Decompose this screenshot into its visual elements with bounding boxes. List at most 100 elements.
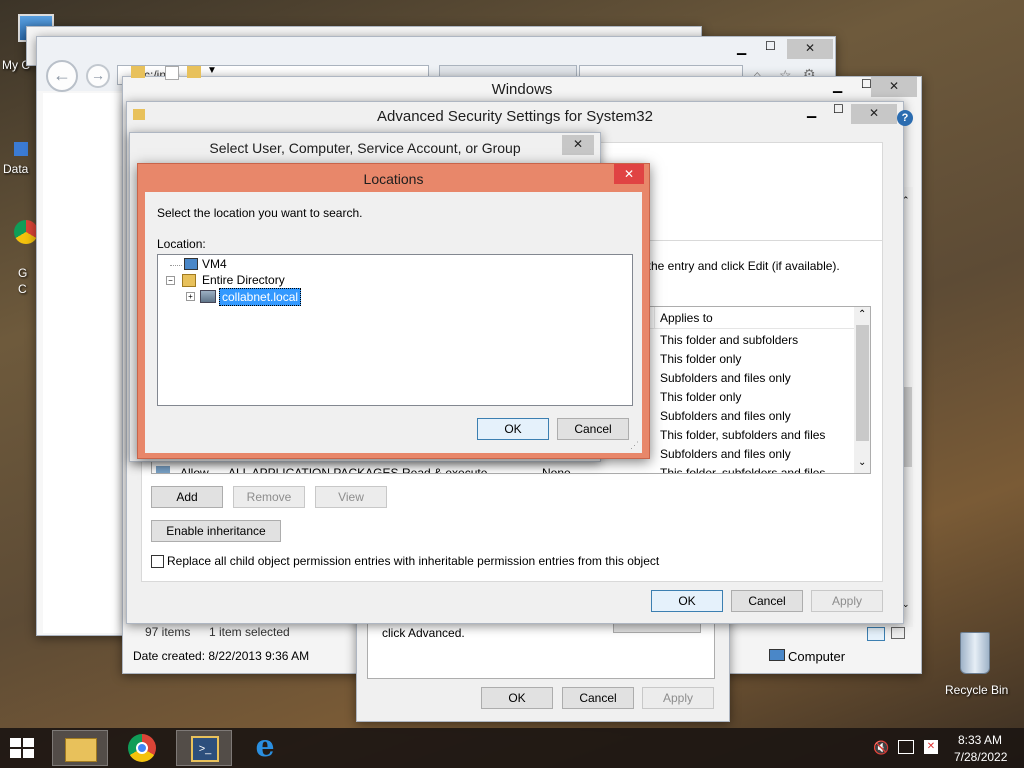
maximize-icon[interactable]: ☐ [765, 39, 776, 53]
enable-inheritance-button[interactable]: Enable inheritance [151, 520, 281, 542]
tree-item-collabnet-local[interactable]: + collabnet.local [186, 288, 326, 306]
add-button[interactable]: Add [151, 486, 223, 508]
close-button[interactable]: ✕ [851, 104, 897, 124]
desktop-icon-label: G [18, 266, 28, 280]
large-icons-view-icon[interactable] [891, 627, 905, 639]
scroll-up-icon[interactable]: ⌃ [858, 309, 866, 320]
file-explorer-icon [65, 738, 97, 762]
advanced-hint: click Advanced. [382, 626, 465, 640]
replace-permissions-checkbox[interactable] [151, 555, 164, 568]
locations-cancel-button[interactable]: Cancel [557, 418, 629, 440]
tree-item-entire-directory[interactable]: − Entire Directory [166, 273, 306, 289]
applies-to-cell: This folder, subfolders and files [660, 428, 826, 442]
close-icon: ✕ [804, 41, 816, 55]
close-icon: ✕ [888, 79, 900, 93]
forward-arrow-icon: → [91, 67, 105, 83]
folder-icon [131, 66, 145, 78]
select-user-titlebar: Select User, Computer, Service Account, … [130, 133, 600, 161]
list-scrollbar[interactable]: ⌃ ⌄ [854, 307, 870, 473]
column-divider [654, 307, 655, 329]
close-icon: ✕ [623, 167, 635, 181]
applies-to-cell: Subfolders and files only [660, 409, 791, 423]
minimize-icon[interactable]: ▁ [833, 79, 842, 93]
details-view-icon[interactable] [867, 627, 885, 641]
list-item[interactable]: Allow ALL APPLICATION PACKAGES Read & ex… [152, 464, 854, 474]
desktop-icon-label: Recycle Bin [945, 683, 1009, 697]
remove-button[interactable]: Remove [233, 486, 305, 508]
locations-body: Select the location you want to search. … [145, 192, 642, 453]
advanced-titlebar: Advanced Security Settings for System32 [127, 102, 903, 132]
close-button[interactable]: ✕ [614, 164, 644, 184]
expand-icon[interactable]: + [186, 292, 195, 301]
locations-ok-button[interactable]: OK [477, 418, 549, 440]
desktop-icon-recycle-bin[interactable]: Recycle Bin [940, 628, 1010, 698]
location-label: Location: [157, 237, 206, 251]
desktop-icon-label: Data [3, 162, 29, 176]
internet-explorer-icon: e [255, 729, 275, 764]
properties-ok-button[interactable]: OK [481, 687, 553, 709]
close-icon: ✕ [572, 137, 584, 151]
tree-item-label: collabnet.local [219, 288, 302, 306]
computer-icon [769, 649, 785, 661]
applies-to-cell: This folder only [660, 352, 742, 366]
applies-to-cell: This folder, subfolders and files [660, 466, 826, 474]
taskbar-chrome[interactable] [114, 730, 170, 766]
desktop-icon-label: C [18, 282, 27, 296]
advanced-ok-button[interactable]: OK [651, 590, 723, 612]
help-icon[interactable]: ? [897, 110, 913, 126]
forward-button[interactable]: → [86, 64, 110, 88]
location-tree[interactable]: VM4 − Entire Directory + collabnet.local [157, 254, 633, 406]
tree-line [170, 265, 182, 266]
clock-date[interactable]: 7/28/2022 [954, 750, 1007, 764]
advanced-cancel-button[interactable]: Cancel [731, 590, 803, 612]
close-icon: ✕ [868, 106, 880, 120]
scrollbar-thumb[interactable] [856, 325, 869, 441]
applies-to-cell: Subfolders and files only [660, 371, 791, 385]
computer-label: Computer [788, 649, 846, 664]
properties-apply-button[interactable]: Apply [642, 687, 714, 709]
minimize-icon[interactable]: ▁ [807, 104, 816, 118]
directory-icon [182, 274, 196, 287]
back-button[interactable]: ← [46, 60, 78, 92]
windows-logo-icon [10, 738, 34, 758]
maximize-icon[interactable]: ☐ [833, 102, 844, 116]
resize-grip-icon[interactable]: ⋰ [630, 440, 639, 451]
clock-time[interactable]: 8:33 AM [958, 733, 1002, 747]
principal-cell: ALL APPLICATION PACKAGES [228, 466, 399, 474]
close-button[interactable]: ✕ [787, 39, 833, 59]
shortcut-icon [14, 142, 28, 156]
close-button[interactable]: ✕ [871, 77, 917, 97]
chrome-icon [128, 734, 156, 762]
new-folder-icon[interactable] [187, 66, 201, 78]
advanced-apply-button[interactable]: Apply [811, 590, 883, 612]
browser-content [43, 93, 131, 633]
close-button[interactable]: ✕ [562, 135, 594, 155]
collapse-icon[interactable]: − [166, 276, 175, 285]
powershell-icon: >_ [191, 736, 219, 762]
date-created: Date created: 8/22/2013 9:36 AM [133, 649, 310, 663]
network-icon[interactable] [898, 740, 914, 754]
tree-item-vm4[interactable]: VM4 [170, 257, 260, 273]
properties-cancel-button[interactable]: Cancel [562, 687, 634, 709]
taskbar-internet-explorer[interactable]: e [236, 730, 292, 766]
user-group-icon [156, 466, 170, 473]
action-center-icon[interactable]: ✕ [924, 740, 938, 754]
scroll-down-icon[interactable]: ⌄ [858, 457, 866, 468]
taskbar-file-explorer[interactable] [52, 730, 108, 766]
desktop-icon-data[interactable]: Data [0, 120, 40, 180]
desktop-icon-chrome[interactable]: G C [0, 218, 40, 298]
chevron-down-icon[interactable]: ▼ [207, 65, 217, 76]
advanced-title: Advanced Security Settings for System32 [377, 108, 653, 125]
back-arrow-icon: ← [53, 65, 71, 85]
start-button[interactable] [6, 736, 38, 760]
taskbar-powershell[interactable]: >_ [176, 730, 232, 766]
applies-to-header: Applies to [660, 311, 713, 325]
applies-to-cell: This folder and subfolders [660, 333, 799, 347]
type-cell: Allow [180, 466, 209, 474]
locations-dialog: Locations ✕ Select the location you want… [137, 163, 650, 459]
properties-icon[interactable] [165, 66, 179, 80]
domain-icon [200, 290, 216, 303]
minimize-icon[interactable]: ▁ [737, 41, 746, 55]
volume-muted-icon[interactable]: 🔇 [873, 740, 889, 756]
view-button[interactable]: View [315, 486, 387, 508]
